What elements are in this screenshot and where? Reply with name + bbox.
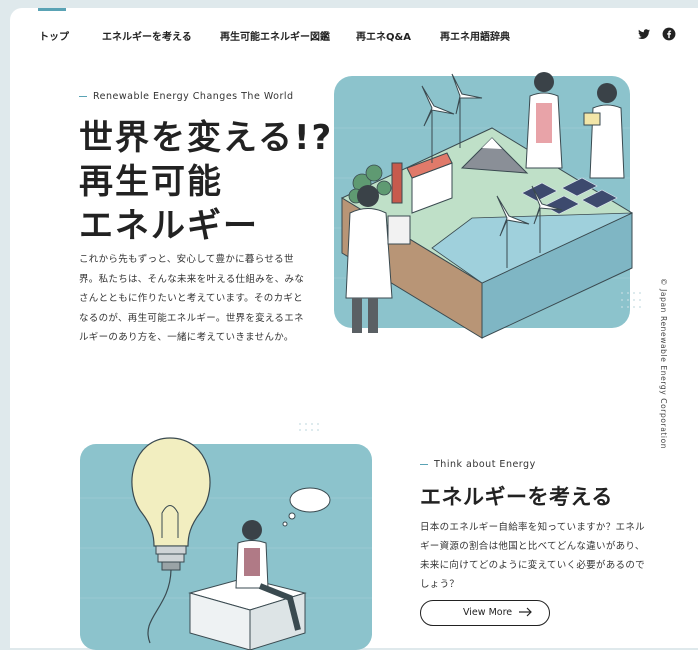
hero-description: これから先もずっと、安心して豊かに暮らせる世界。私たちは、そんな未来を叶える仕組… [79,254,305,343]
section2-title: エネルギーを考える [420,485,613,509]
view-more-button[interactable]: View More [420,600,550,626]
section2-eyebrow-text: Think about Energy [434,459,536,470]
think-energy-illustration [80,423,372,650]
eyebrow-dash [79,95,87,98]
nav-active-indicator [38,8,66,11]
nav-item-top[interactable]: トップ [39,28,69,43]
global-nav: トップ エネルギーを考える 再生可能エネルギー図鑑 再エネQ&A 再エネ用語辞典 [10,8,698,60]
hero-title-line-3: エネルギー [79,206,259,246]
hero-eyebrow-text: Renewable Energy Changes The World [93,91,294,102]
arrow-right-icon [519,607,532,617]
facebook-icon[interactable] [662,27,676,41]
copyright-vertical: © Japan Renewable Energy Corporation [659,278,668,450]
view-more-label: View More [463,607,513,618]
hero-title-line-2: 再生可能 [79,162,223,202]
hero-title-line-1: 世界を変える!? [79,118,334,158]
section2-eyebrow: Think about Energy [420,459,536,470]
page-frame: トップ エネルギーを考える 再生可能エネルギー図鑑 再エネQ&A 再エネ用語辞典… [10,8,698,650]
hero-illustration [334,72,641,339]
twitter-icon[interactable] [637,27,651,41]
section2-description: 日本のエネルギー自給率を知っていますか？エネルギー資源の割合は他国と比べてどんな… [420,522,645,590]
nav-item-think-energy[interactable]: エネルギーを考える [102,28,192,43]
hero-title: 世界を変える!? 再生可能 エネルギー [79,116,333,248]
nav-item-qa[interactable]: 再エネQ&A [356,28,411,43]
hero-eyebrow: Renewable Energy Changes The World [79,91,294,102]
dotted-pattern-top [299,423,319,431]
eyebrow-dash [420,463,428,466]
nav-item-renewable-guide[interactable]: 再生可能エネルギー図鑑 [220,28,330,43]
nav-item-glossary[interactable]: 再エネ用語辞典 [440,28,510,43]
